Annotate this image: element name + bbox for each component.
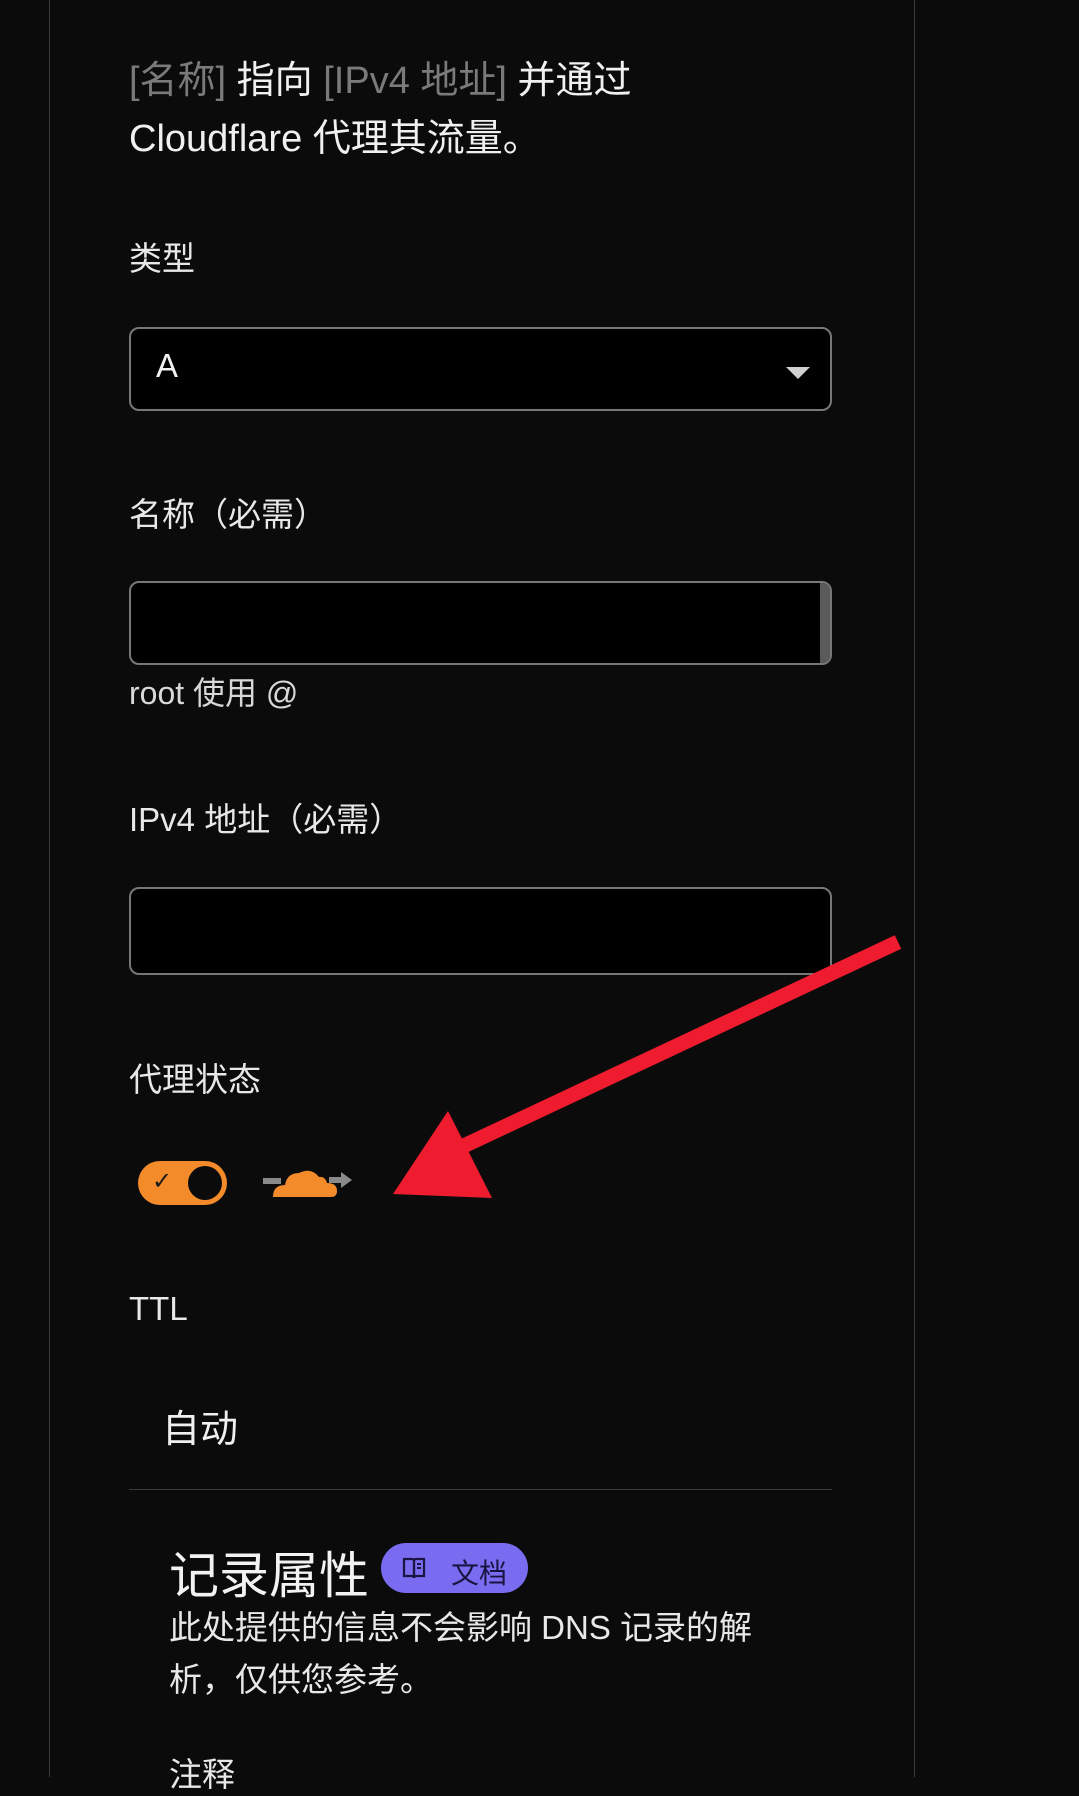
- chevron-down-icon: [786, 367, 810, 379]
- notes-label: 注释: [169, 1756, 235, 1793]
- check-icon: ✓: [152, 1167, 173, 1195]
- cloudflare-proxied-cloud-icon: [263, 1170, 352, 1197]
- name-placeholder-token: [名称]: [129, 60, 227, 102]
- name-input-scrollbar[interactable]: [820, 583, 830, 663]
- points-to-text: 指向: [226, 60, 324, 102]
- record-attributes-title: 记录属性: [169, 1548, 369, 1604]
- proxy-status-label: 代理状态: [129, 1061, 261, 1098]
- proxy-status-toggle[interactable]: ✓: [138, 1161, 227, 1205]
- book-icon: [402, 1557, 426, 1579]
- ttl-select[interactable]: 自动: [162, 1398, 238, 1453]
- docs-link-button[interactable]: 文档: [381, 1543, 528, 1593]
- ipv4-label: IPv4 地址（必需）: [129, 801, 403, 838]
- type-select[interactable]: A: [129, 327, 832, 411]
- section-divider: [129, 1489, 832, 1490]
- ip-placeholder-token: [IPv4 地址]: [323, 60, 507, 102]
- description-line2: Cloudflare 代理其流量。: [129, 118, 541, 160]
- type-label: 类型: [129, 240, 195, 277]
- name-hint: root 使用 @: [129, 675, 299, 711]
- type-select-value: A: [156, 347, 179, 384]
- toggle-knob: [188, 1166, 222, 1200]
- name-label: 名称（必需）: [129, 496, 327, 533]
- record-attributes-description: 此处提供的信息不会影响 DNS 记录的解析，仅供您参考。: [169, 1609, 753, 1698]
- and-via-text: 并通过: [506, 60, 632, 102]
- name-input[interactable]: [129, 581, 832, 665]
- ttl-label: TTL: [129, 1290, 188, 1327]
- docs-badge-label: 文档: [451, 1558, 508, 1589]
- record-description: [名称] 指向 [IPv4 地址] 并通过 Cloudflare 代理其流量。: [129, 52, 749, 168]
- annotation-arrow: [393, 935, 902, 1198]
